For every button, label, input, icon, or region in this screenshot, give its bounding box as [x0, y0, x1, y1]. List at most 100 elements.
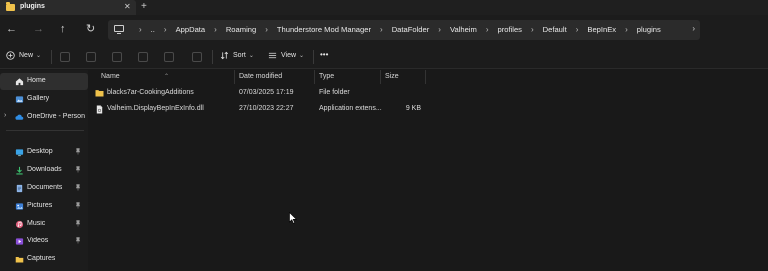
divider — [313, 50, 314, 64]
sort-button-label: Sort — [233, 52, 246, 59]
breadcrumb-separator[interactable]: › — [380, 25, 383, 34]
dll-file-icon — [95, 105, 104, 114]
mouse-cursor-icon — [289, 212, 297, 224]
breadcrumb-separator[interactable]: › — [576, 25, 579, 34]
sidebar-item-pictures[interactable]: Pictures — [0, 198, 88, 215]
new-button[interactable]: New ⌄ — [6, 51, 41, 60]
back-button[interactable]: ← — [6, 23, 17, 35]
sidebar-item-label: Pictures — [27, 202, 53, 209]
sidebar-item-desktop[interactable]: Desktop — [0, 144, 88, 161]
breadcrumb-item[interactable]: Roaming — [226, 25, 256, 34]
file-type: Application extens... — [319, 105, 382, 112]
pin-icon[interactable] — [75, 237, 81, 246]
sidebar-divider — [6, 130, 84, 131]
title-bar: plugins ✕ + — [0, 0, 768, 15]
music-icon — [15, 220, 24, 229]
tab-plugins[interactable]: plugins ✕ — [0, 0, 136, 15]
rename-icon[interactable] — [138, 52, 148, 62]
sidebar-item-home[interactable]: Home — [0, 73, 88, 90]
forward-button[interactable]: → — [33, 23, 44, 35]
sidebar-item-onedrive[interactable]: › OneDrive - Persona — [0, 109, 88, 126]
sidebar-item-gallery[interactable]: Gallery — [0, 91, 88, 108]
sidebar-item-label: Home — [27, 77, 46, 84]
breadcrumb-separator[interactable]: › — [265, 25, 268, 34]
breadcrumb-separator[interactable]: › — [531, 25, 534, 34]
view-icon — [268, 52, 277, 59]
home-icon — [15, 77, 24, 86]
new-button-label: New — [19, 52, 34, 59]
cut-icon[interactable] — [60, 52, 70, 62]
navigation-bar: ← → ↑ ↻ › .. › AppData › Roaming › Thundersto… — [0, 15, 768, 45]
breadcrumb-item[interactable]: BepInEx — [587, 25, 616, 34]
column-divider[interactable] — [425, 70, 426, 84]
sort-icon — [220, 51, 229, 60]
desktop-icon — [15, 148, 24, 157]
file-name: Valheim.DisplayBepInExInfo.dll — [107, 105, 204, 112]
sidebar-item-documents[interactable]: Documents — [0, 180, 88, 197]
sidebar-item-label: Music — [27, 220, 46, 227]
breadcrumb-item[interactable]: AppData — [176, 25, 206, 34]
pin-icon[interactable] — [75, 148, 81, 157]
address-bar[interactable]: › .. › AppData › Roaming › Thunderstore Mod M… — [108, 20, 700, 40]
paste-icon[interactable] — [112, 52, 122, 62]
breadcrumb-separator[interactable]: › — [438, 25, 441, 34]
breadcrumb-ellipsis[interactable]: .. — [151, 25, 155, 34]
file-type: File folder — [319, 89, 350, 96]
file-row[interactable]: Valheim.DisplayBepInExInfo.dll 27/10/2023… — [89, 102, 768, 117]
more-options-button[interactable]: ••• — [320, 50, 328, 59]
column-divider[interactable] — [314, 70, 315, 84]
sidebar-item-downloads[interactable]: Downloads — [0, 162, 88, 179]
column-divider[interactable] — [380, 70, 381, 84]
gallery-icon — [15, 95, 24, 104]
breadcrumb-separator[interactable]: › — [486, 25, 489, 34]
column-size[interactable]: Size — [385, 73, 399, 80]
sidebar-item-music[interactable]: Music — [0, 216, 88, 233]
pin-icon[interactable] — [75, 166, 81, 175]
sidebar-item-label: Gallery — [27, 95, 50, 102]
sort-button[interactable]: Sort ⌄ — [220, 51, 254, 60]
breadcrumb-separator[interactable]: › — [625, 25, 628, 34]
file-date-modified: 07/03/2025 17:19 — [239, 89, 294, 96]
close-icon[interactable]: ✕ — [124, 2, 131, 11]
breadcrumb-item[interactable]: Default — [543, 25, 567, 34]
column-name[interactable]: Name — [101, 73, 120, 80]
sidebar-item-label: Documents — [27, 184, 63, 191]
chevron-right-icon[interactable]: › — [692, 24, 695, 33]
breadcrumb-item[interactable]: Valheim — [450, 25, 477, 34]
column-type[interactable]: Type — [319, 73, 334, 80]
navigation-pane: Home Gallery › OneDrive - Persona Desktop Dow… — [0, 70, 88, 271]
breadcrumb-separator[interactable]: › — [214, 25, 217, 34]
plus-circle-icon — [6, 51, 15, 60]
copy-icon[interactable] — [86, 52, 96, 62]
up-button[interactable]: ↑ — [60, 23, 66, 35]
file-row[interactable]: blacks7ar-CookingAdditions 07/03/2025 17:… — [89, 86, 768, 101]
new-tab-button[interactable]: + — [141, 1, 147, 12]
breadcrumb-item[interactable]: plugins — [637, 25, 661, 34]
chevron-right-icon[interactable]: › — [4, 112, 6, 119]
view-button[interactable]: View ⌄ — [268, 51, 304, 60]
computer-icon[interactable] — [114, 25, 124, 34]
breadcrumb-separator: › — [139, 25, 142, 34]
breadcrumb-separator[interactable]: › — [164, 25, 167, 34]
breadcrumb-item[interactable]: Thunderstore Mod Manager — [277, 25, 371, 34]
breadcrumb-item[interactable]: profiles — [497, 25, 521, 34]
sidebar-item-label: Desktop — [27, 148, 53, 155]
sidebar-item-label: OneDrive - Persona — [27, 113, 85, 120]
documents-icon — [15, 184, 24, 193]
delete-icon[interactable] — [192, 52, 202, 62]
pin-icon[interactable] — [75, 202, 81, 211]
pin-icon[interactable] — [75, 220, 81, 229]
folder-icon — [6, 2, 15, 11]
column-divider[interactable] — [234, 70, 235, 84]
sidebar-item-captures[interactable]: Captures — [0, 251, 88, 268]
chevron-down-icon: ⌄ — [248, 53, 254, 59]
share-icon[interactable] — [164, 52, 174, 62]
breadcrumb-item[interactable]: DataFolder — [392, 25, 430, 34]
column-date-modified[interactable]: Date modified — [239, 73, 282, 80]
sort-ascending-icon: ⌃ — [164, 74, 170, 80]
pin-icon[interactable] — [75, 184, 81, 193]
refresh-button[interactable]: ↻ — [86, 23, 95, 35]
divider — [212, 50, 213, 64]
cloud-icon — [15, 113, 24, 122]
sidebar-item-videos[interactable]: Videos — [0, 233, 88, 250]
